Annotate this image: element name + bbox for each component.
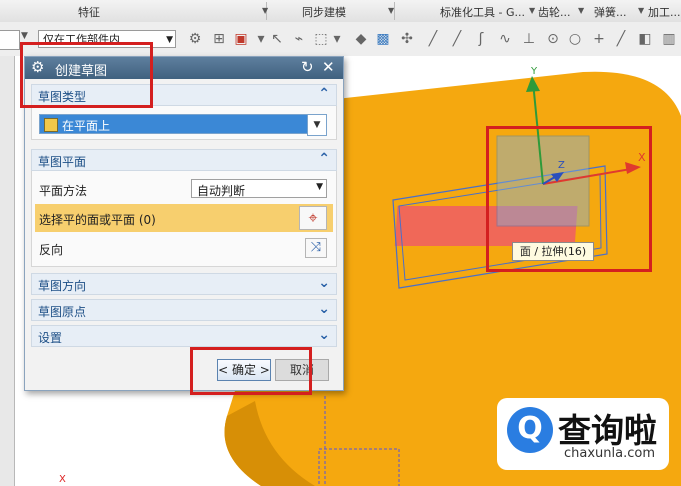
section-settings[interactable]: 设置 ⌄ xyxy=(31,325,337,347)
ribbon-group-machining[interactable]: 加工... xyxy=(648,4,681,20)
ribbon-group-feature[interactable]: 特征 xyxy=(78,4,100,20)
chevron-down-icon[interactable]: ⌄ xyxy=(318,275,330,291)
line-icon[interactable]: ╱ xyxy=(612,30,630,48)
type-filter-select[interactable] xyxy=(0,30,20,50)
ribbon-group-spring[interactable]: 弹簧... xyxy=(594,4,627,20)
ribbon-group-standard-tools[interactable]: 标准化工具 - G... xyxy=(440,4,525,20)
chevron-down-icon[interactable]: ▼ xyxy=(307,114,327,136)
chevron-down-icon[interactable]: ▼ xyxy=(529,6,535,15)
lasso-icon[interactable]: ⌁ xyxy=(290,30,308,48)
sketch-type-select[interactable]: 在平面上 ▼ xyxy=(39,114,327,136)
callout-box-ok-button xyxy=(190,347,312,395)
chevron-up-icon[interactable]: ⌃ xyxy=(318,86,330,102)
chevron-down-icon[interactable]: ▾ xyxy=(328,30,346,48)
corner-x-label: X xyxy=(59,474,66,485)
plane-icon xyxy=(44,118,58,132)
solid-body-icon[interactable]: ▩ xyxy=(374,30,392,48)
section-sketch-plane[interactable]: 草图平面 ⌃ xyxy=(31,149,337,171)
section-sketch-origin[interactable]: 草图原点 ⌄ xyxy=(31,299,337,321)
more-tools-icon[interactable]: ▥ xyxy=(660,30,678,48)
circle-icon[interactable]: ○ xyxy=(566,30,584,48)
section-sketch-orientation[interactable]: 草图方向 ⌄ xyxy=(31,273,337,295)
chevron-down-icon[interactable]: ▼ xyxy=(316,182,323,192)
crosshair-icon: ⌖ xyxy=(308,208,318,227)
plus-icon[interactable]: + xyxy=(590,30,608,48)
curve-icon[interactable]: ʃ xyxy=(472,30,490,48)
chevron-down-icon[interactable]: ▼ xyxy=(578,6,584,15)
line-icon[interactable]: ╱ xyxy=(448,30,466,48)
reverse-arrows-icon: ⤨ xyxy=(310,240,322,255)
ribbon-group-sync-modeling[interactable]: 同步建模 xyxy=(302,4,346,20)
cursor-icon[interactable]: ↖ xyxy=(268,30,286,48)
close-icon[interactable]: ✕ xyxy=(322,58,335,76)
y-axis-label: Y xyxy=(531,66,538,77)
circle-center-icon[interactable]: ⊙ xyxy=(544,30,562,48)
plane-method-select[interactable]: 自动判断 ▼ xyxy=(191,179,327,198)
select-feature-icon[interactable]: ▣ xyxy=(232,30,250,48)
plane-method-label: 平面方法 xyxy=(39,184,88,198)
chevron-down-icon[interactable]: ⌄ xyxy=(318,327,330,343)
snap-points-icon[interactable]: ✣ xyxy=(398,30,416,48)
watermark-title: 查询啦 xyxy=(558,411,657,450)
reverse-label: 反向 xyxy=(39,243,64,257)
ribbon-separator xyxy=(394,2,395,20)
ribbon-bar: 特征 ▼ 同步建模 ▼ 标准化工具 - G... ▼ 齿轮... ▼ 弹簧...… xyxy=(0,0,681,23)
watermark-url: chaxunla.com xyxy=(564,446,655,461)
ribbon-group-gear[interactable]: 齿轮... xyxy=(538,4,571,20)
chevron-down-icon[interactable]: ⌄ xyxy=(318,301,330,317)
reverse-direction-button[interactable]: ⤨ xyxy=(305,238,327,258)
line-icon[interactable]: ╱ xyxy=(424,30,442,48)
chevron-down-icon[interactable]: ▼ xyxy=(638,6,644,15)
chevron-down-icon[interactable]: ▼ xyxy=(262,6,268,15)
watermark-logo-icon: Q xyxy=(507,407,553,453)
axis-icon[interactable]: ⊥ xyxy=(520,30,538,48)
snap-icon[interactable]: ⚙ xyxy=(186,30,204,48)
chevron-up-icon[interactable]: ⌃ xyxy=(318,151,330,167)
reset-icon[interactable]: ↻ xyxy=(301,58,314,76)
select-planar-face-row[interactable]: 选择平的面或平面 (0) xyxy=(35,204,333,232)
chevron-down-icon[interactable]: ▼ xyxy=(166,31,173,49)
spline-icon[interactable]: ∿ xyxy=(496,30,514,48)
chevron-down-icon[interactable]: ▼ xyxy=(21,31,28,41)
callout-box-sketch-type xyxy=(20,42,153,108)
callout-box-selected-face xyxy=(486,126,652,272)
surface-icon[interactable]: ◧ xyxy=(636,30,654,48)
view-cube-icon[interactable]: ◆ xyxy=(352,30,370,48)
crosshair-select-button[interactable]: ⌖ xyxy=(299,206,327,230)
selection-filter-icon[interactable]: ⊞ xyxy=(210,30,228,48)
resource-bar[interactable] xyxy=(0,56,15,486)
